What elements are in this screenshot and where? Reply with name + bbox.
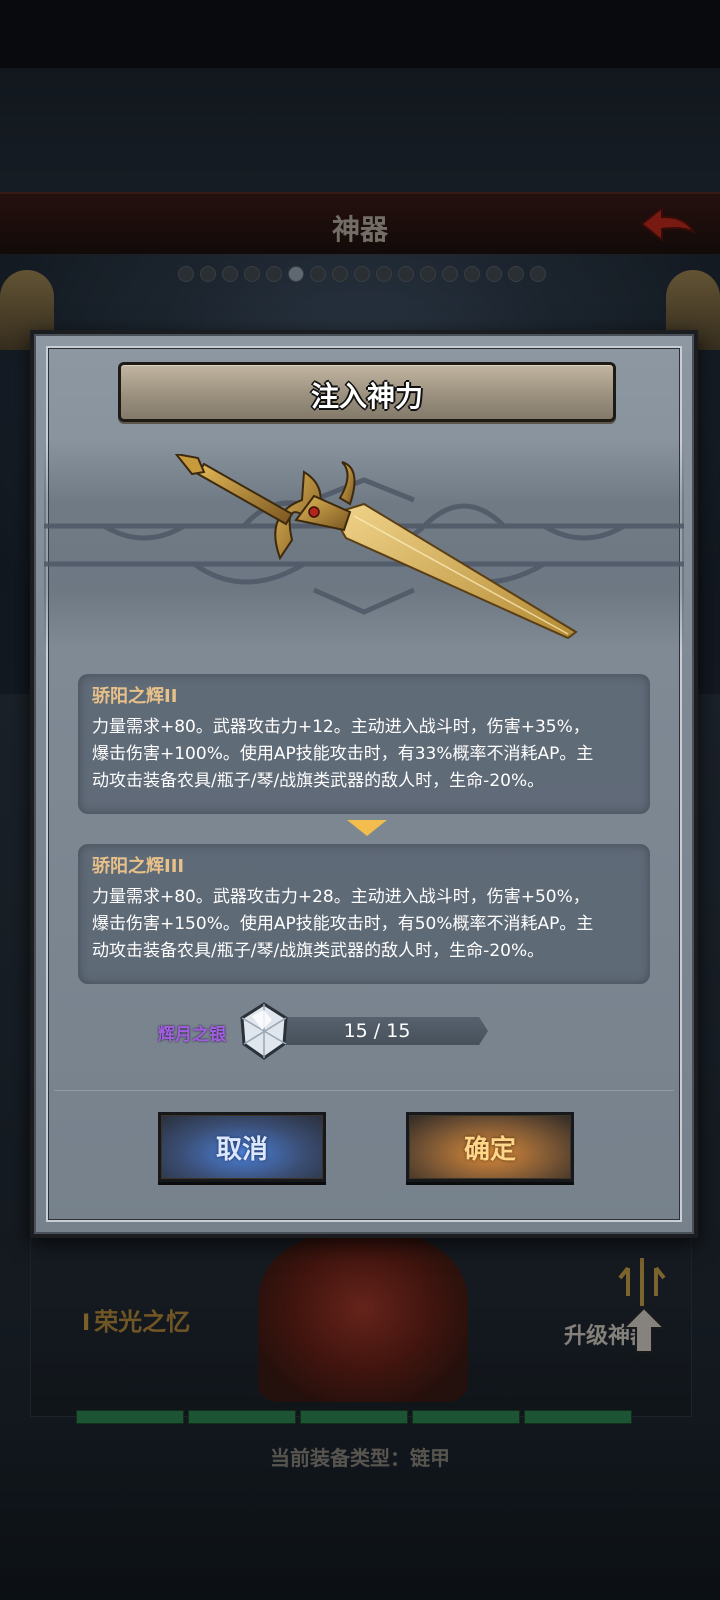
current-effect-description: 力量需求+80。武器攻击力+12。主动进入战斗时，伤害+35%， 爆击伤害+10… [92, 714, 636, 795]
next-desc-line: 爆击伤害+150%。使用AP技能攻击时，有50%概率不消耗AP。主 [92, 914, 594, 934]
cancel-button[interactable]: 取消 [158, 1112, 326, 1182]
cost-amount: 15 / 15 [343, 1020, 411, 1042]
next-effect-box: 骄阳之辉III 力量需求+80。武器攻击力+28。主动进入战斗时，伤害+50%，… [78, 844, 650, 984]
next-desc-line: 动攻击装备农具/瓶子/琴/战旗类武器的敌人时，生命-20%。 [92, 941, 545, 961]
current-desc-line: 爆击伤害+100%。使用AP技能攻击时，有33%概率不消耗AP。主 [92, 744, 594, 764]
cost-material-label: 辉月之银 [158, 1025, 226, 1045]
silver-gem-icon[interactable] [238, 1002, 290, 1060]
confirm-button-label: 确定 [463, 1135, 516, 1165]
next-desc-line: 力量需求+80。武器攻击力+28。主动进入战斗时，伤害+50%， [92, 887, 590, 907]
current-effect-box: 骄阳之辉II 力量需求+80。武器攻击力+12。主动进入战斗时，伤害+35%， … [78, 674, 650, 814]
confirm-button[interactable]: 确定 [406, 1112, 574, 1182]
dialog-title-plate: 注入神力 [118, 362, 616, 422]
sword-icon [174, 454, 578, 640]
current-effect-name: 骄阳之辉II [92, 686, 178, 707]
current-desc-line: 动攻击装备农具/瓶子/琴/战旗类武器的敌人时，生命-20%。 [92, 771, 545, 791]
cancel-button-label: 取消 [215, 1135, 268, 1165]
cost-amount-bar: 15 / 15 [266, 1017, 488, 1045]
down-arrow-icon [347, 820, 387, 836]
dialog-divider [54, 1090, 674, 1091]
game-screen: 神器 ▮▮ I荣光之忆 升级神器 当前装备类型：链甲 注入神力 [0, 0, 720, 1600]
current-desc-line: 力量需求+80。武器攻击力+12。主动进入战斗时，伤害+35%， [92, 717, 590, 737]
next-effect-description: 力量需求+80。武器攻击力+28。主动进入战斗时，伤害+50%， 爆击伤害+15… [92, 884, 636, 965]
infuse-dialog: 注入神力 骄阳之辉II 力量需求+80。武器攻击力+12。主动进入战斗时，伤害+… [30, 330, 698, 1238]
next-effect-name: 骄阳之辉III [92, 856, 185, 877]
dialog-title: 注入神力 [310, 380, 423, 413]
